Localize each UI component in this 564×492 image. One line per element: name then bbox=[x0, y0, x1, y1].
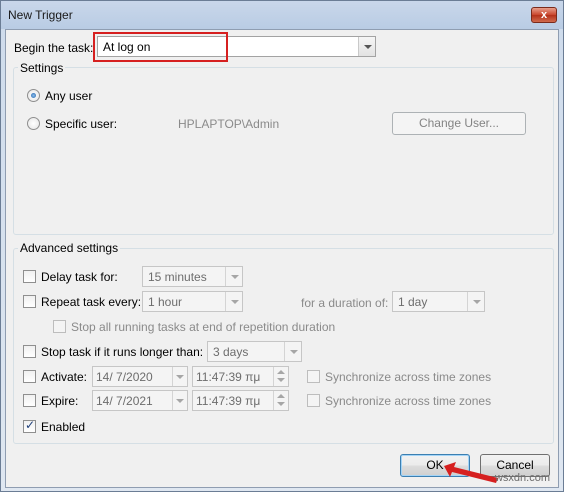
repeat-task-select[interactable]: 1 hour bbox=[142, 291, 243, 312]
delay-task-select[interactable]: 15 minutes bbox=[142, 266, 243, 287]
expire-time-value: 11:47:39 πμ bbox=[196, 394, 261, 408]
stop-task-longer-select[interactable]: 3 days bbox=[207, 341, 302, 362]
specific-user-label: Specific user: bbox=[45, 117, 118, 131]
activate-sync-checkbox[interactable] bbox=[307, 370, 320, 383]
dialog-body: Begin the task: At log on Settings Any u… bbox=[5, 29, 559, 488]
calendar-dropdown-icon[interactable] bbox=[172, 367, 187, 386]
expire-date-picker[interactable]: 14/ 7/2021 bbox=[92, 390, 188, 411]
duration-value: 1 day bbox=[398, 295, 428, 309]
stop-task-longer-checkbox[interactable] bbox=[23, 345, 36, 358]
advanced-settings-title: Advanced settings bbox=[18, 241, 121, 255]
chevron-down-icon[interactable] bbox=[467, 292, 484, 311]
settings-group-title: Settings bbox=[18, 61, 66, 75]
user-value: HPLAPTOP\Admin bbox=[178, 117, 280, 131]
activate-time-value: 11:47:39 πμ bbox=[196, 370, 261, 384]
watermark: wsxdn.com bbox=[494, 472, 550, 484]
close-icon: x bbox=[540, 9, 548, 21]
repeat-task-label: Repeat task every: bbox=[41, 295, 142, 309]
expire-sync-checkbox[interactable] bbox=[307, 394, 320, 407]
chevron-down-icon[interactable] bbox=[225, 292, 242, 311]
chevron-down-icon[interactable] bbox=[225, 267, 242, 286]
specific-user-radio[interactable] bbox=[27, 117, 40, 130]
window-title: New Trigger bbox=[8, 8, 73, 22]
duration-select[interactable]: 1 day bbox=[392, 291, 485, 312]
activate-date-value: 14/ 7/2020 bbox=[96, 370, 153, 384]
begin-task-label: Begin the task: bbox=[14, 41, 94, 55]
stop-task-longer-label: Stop task if it runs longer than: bbox=[41, 345, 204, 359]
close-button[interactable]: x bbox=[531, 7, 557, 23]
delay-task-label: Delay task for: bbox=[41, 270, 118, 284]
activate-time-picker[interactable]: 11:47:39 πμ bbox=[192, 366, 289, 387]
expire-label: Expire: bbox=[41, 394, 79, 408]
delay-task-checkbox[interactable] bbox=[23, 270, 36, 283]
stop-running-tasks-label: Stop all running tasks at end of repetit… bbox=[71, 320, 336, 334]
spinner-icon[interactable] bbox=[273, 391, 288, 410]
activate-sync-label: Synchronize across time zones bbox=[325, 370, 492, 384]
calendar-dropdown-icon[interactable] bbox=[172, 391, 187, 410]
change-user-button[interactable]: Change User... bbox=[392, 112, 526, 135]
enabled-label: Enabled bbox=[41, 420, 86, 434]
repeat-task-value: 1 hour bbox=[148, 295, 183, 309]
any-user-label: Any user bbox=[45, 89, 93, 103]
highlight-annotation bbox=[93, 32, 228, 62]
enabled-checkbox[interactable] bbox=[23, 418, 36, 433]
red-arrow-icon bbox=[444, 462, 498, 483]
delay-task-value: 15 minutes bbox=[148, 270, 207, 284]
activate-date-picker[interactable]: 14/ 7/2020 bbox=[92, 366, 188, 387]
activate-checkbox[interactable] bbox=[23, 370, 36, 383]
chevron-down-icon[interactable] bbox=[358, 37, 375, 56]
stop-task-longer-value: 3 days bbox=[213, 345, 249, 359]
title-bar: New Trigger x bbox=[1, 1, 563, 29]
settings-group bbox=[13, 67, 554, 235]
stop-running-tasks-checkbox[interactable] bbox=[53, 320, 66, 333]
spinner-icon[interactable] bbox=[273, 367, 288, 386]
expire-sync-label: Synchronize across time zones bbox=[325, 394, 492, 408]
repeat-task-checkbox[interactable] bbox=[23, 295, 36, 308]
duration-label: for a duration of: bbox=[301, 296, 389, 310]
any-user-radio[interactable] bbox=[27, 89, 40, 102]
expire-time-picker[interactable]: 11:47:39 πμ bbox=[192, 390, 289, 411]
chevron-down-icon[interactable] bbox=[284, 342, 301, 361]
expire-checkbox[interactable] bbox=[23, 394, 36, 407]
expire-date-value: 14/ 7/2021 bbox=[96, 394, 153, 408]
new-trigger-dialog: New Trigger x Begin the task: At log on … bbox=[0, 0, 564, 492]
activate-label: Activate: bbox=[41, 370, 88, 384]
